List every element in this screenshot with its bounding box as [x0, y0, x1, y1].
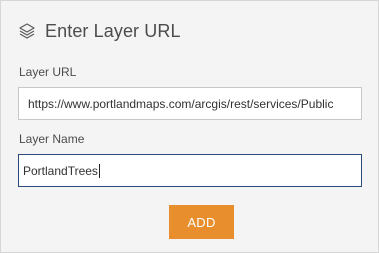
layer-url-value: https://www.portlandmaps.com/arcgis/rest… — [28, 96, 334, 111]
layer-url-label: Layer URL — [19, 65, 77, 79]
text-caret — [98, 163, 100, 178]
enter-layer-url-panel: Enter Layer URL Layer URL https://www.po… — [0, 0, 379, 253]
layer-name-value: PortlandTrees — [23, 163, 98, 178]
page-title: Enter Layer URL — [45, 20, 181, 41]
layers-icon — [18, 22, 36, 40]
panel-header: Enter Layer URL — [18, 18, 181, 44]
layer-name-input[interactable]: PortlandTrees — [18, 154, 362, 187]
add-button[interactable]: ADD — [169, 205, 234, 239]
layer-url-input[interactable]: https://www.portlandmaps.com/arcgis/rest… — [18, 87, 362, 120]
layer-name-label: Layer Name — [19, 132, 85, 146]
